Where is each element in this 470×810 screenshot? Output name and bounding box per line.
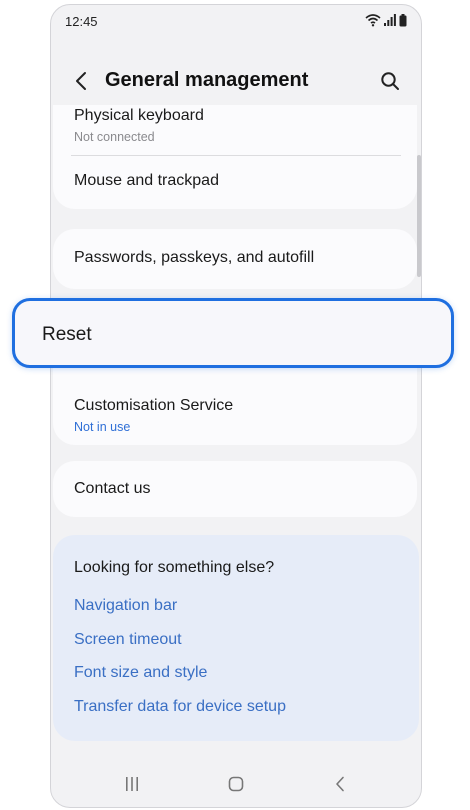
chevron-left-icon <box>76 72 86 90</box>
item-title: Contact us <box>74 480 151 497</box>
item-customisation-service[interactable]: Customisation Service Not in use <box>53 379 417 445</box>
item-title: Physical keyboard <box>74 107 204 124</box>
settings-list[interactable]: Physical keyboard Not connected Mouse an… <box>51 105 421 765</box>
recent-apps-icon <box>126 777 138 791</box>
scrollbar[interactable] <box>417 155 421 277</box>
suggestions-title: Looking for something else? <box>74 559 275 576</box>
suggestion-link-font-size[interactable]: Font size and style <box>74 664 207 682</box>
battery-icon <box>399 13 407 26</box>
card-contact: Contact us <box>53 461 417 517</box>
card-passwords: Passwords, passkeys, and autofill <box>53 229 417 289</box>
item-subtitle: Not in use <box>74 420 131 434</box>
item-title: Passwords, passkeys, and autofill <box>74 249 315 266</box>
search-icon <box>381 72 399 90</box>
status-time: 12:45 <box>65 14 98 29</box>
search-button[interactable] <box>377 68 403 94</box>
recent-apps-button[interactable] <box>117 771 147 797</box>
item-reset[interactable]: Reset <box>12 298 454 368</box>
nav-back-button[interactable] <box>325 771 355 797</box>
signal-icon <box>384 14 396 26</box>
wifi-icon <box>365 14 381 27</box>
phone-screen: 12:45 General management Physical keyboa… <box>50 4 422 808</box>
item-title: Mouse and trackpad <box>74 172 219 189</box>
back-icon <box>336 776 344 792</box>
navigation-bar <box>51 761 421 807</box>
suggestion-link-navigation-bar[interactable]: Navigation bar <box>74 597 177 615</box>
item-passwords[interactable]: Passwords, passkeys, and autofill <box>53 229 417 289</box>
page-title: General management <box>105 69 309 91</box>
item-subtitle: Not connected <box>74 130 155 144</box>
item-physical-keyboard[interactable]: Physical keyboard Not connected <box>53 105 417 151</box>
item-title: Customisation Service <box>74 397 234 414</box>
suggestions-card: Looking for something else? Navigation b… <box>53 535 419 741</box>
app-header: General management <box>51 57 421 105</box>
status-bar: 12:45 <box>51 5 421 37</box>
item-mouse-trackpad[interactable]: Mouse and trackpad <box>53 156 417 209</box>
item-reset-label: Reset <box>42 324 92 345</box>
card-input-devices: Physical keyboard Not connected Mouse an… <box>53 105 417 209</box>
status-icons <box>365 13 407 27</box>
home-icon <box>228 776 244 792</box>
suggestion-link-screen-timeout[interactable]: Screen timeout <box>74 631 182 649</box>
back-button[interactable] <box>69 67 93 95</box>
suggestion-link-transfer-data[interactable]: Transfer data for device setup <box>74 698 286 716</box>
item-contact-us[interactable]: Contact us <box>53 461 417 517</box>
home-button[interactable] <box>221 771 251 797</box>
